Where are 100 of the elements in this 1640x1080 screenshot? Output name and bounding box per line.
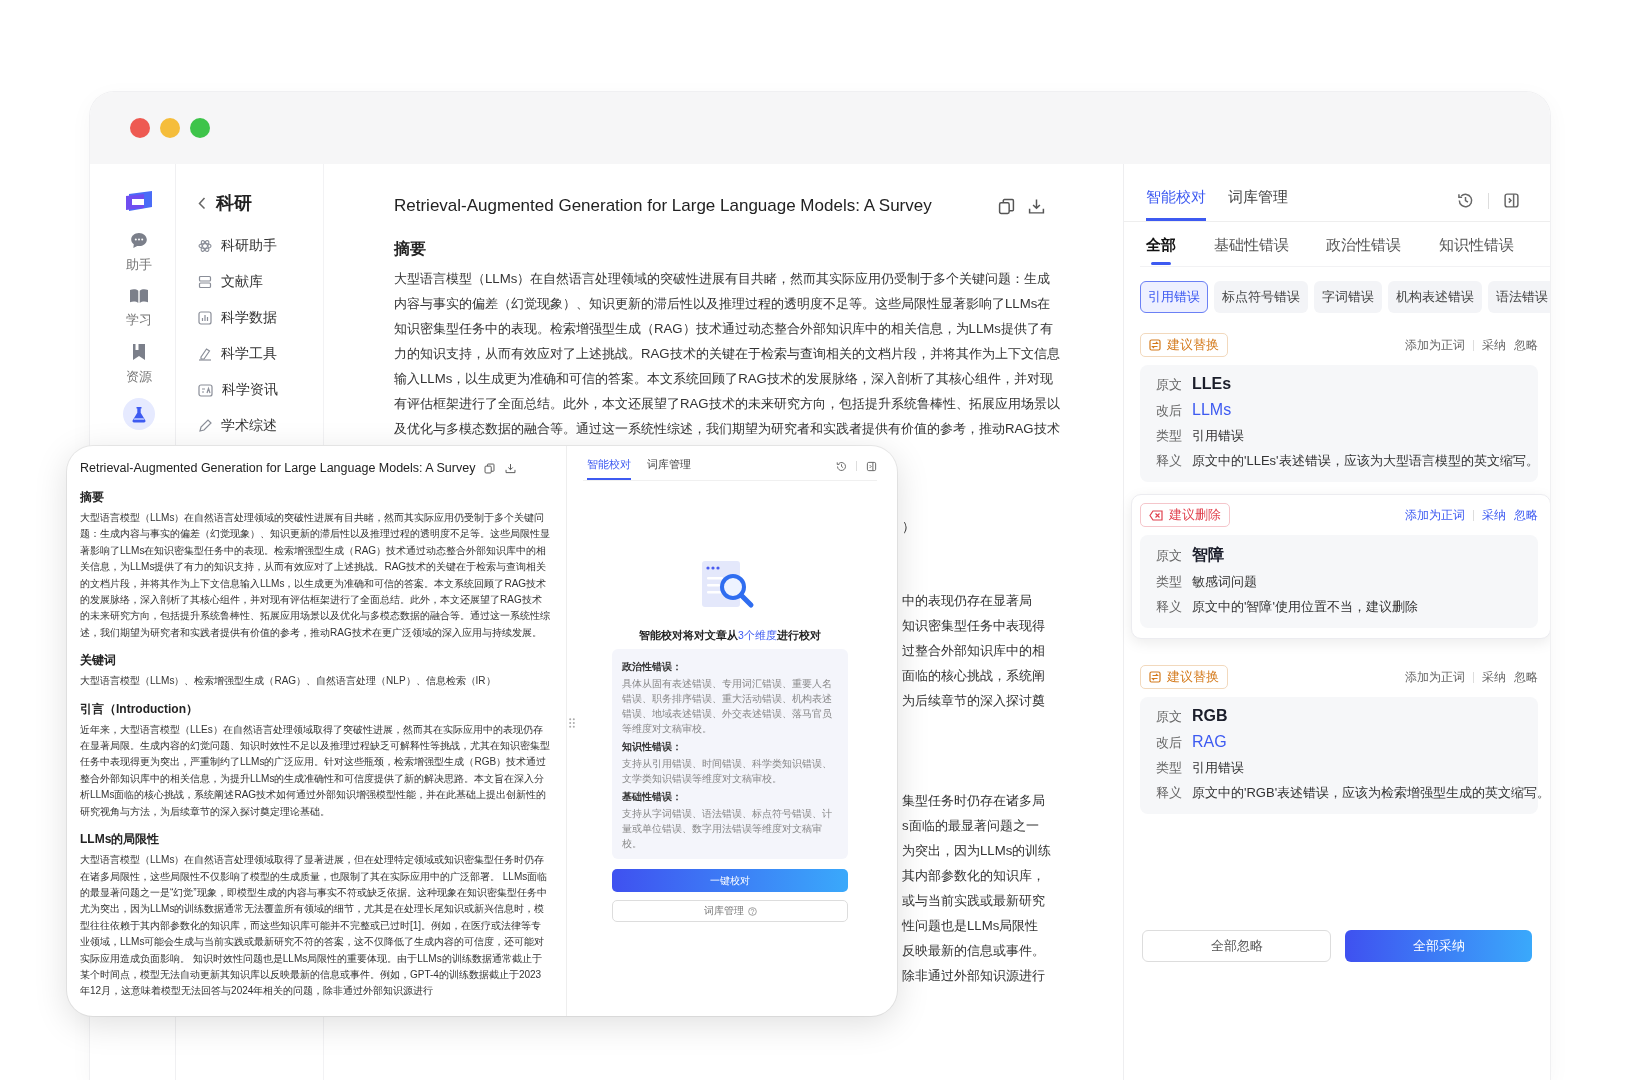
field-label: 释义 [1156,784,1182,802]
nav-item[interactable]: 科学数据 [198,308,323,328]
filter-chip[interactable]: 标点符号错误 [1214,281,1308,313]
suggestion-card[interactable]: 建议替换 添加为正词 采纳 忽略 原文 LLEs 改后 LLMs 类型 引用错误 释义 原文中的'LLEs'表述错误，应该为大型语言模型的英文缩写。 [1140,333,1538,482]
section-paragraph: 近年来，大型语言模型（LLEs）在自然语言处理领域取得了突破性进展，然而其在实际应用中的表现仍存在显著局限。生成内容的幻觉问题、知识时效性不足以及推理过程缺乏可解释性等挑战，尤其在知识密集型任务中表现得更为突出，严重制约了LLMs的广泛应用。针对这些瓶颈，检索增强型生成（RGB）技术通过整合外部知识库中的相关信息，为提升LLMs的生成准确性和可信度提供了新的解决思路。本文旨在深入分析LLMs面临的核心挑战，系统阐述RAG技术如何通过外部知识增强模型性能，并在此基础上提出创新性的研究视角与方法，为后续章节的深入探讨奠定理论基础。 [80,722,550,819]
dimension-title: 知识性错误： [622,740,683,754]
dimension-title: 基础性错误： [622,790,683,804]
action-link[interactable]: 添加为正词 [1405,507,1465,523]
field-value: 智障 [1192,545,1224,565]
pen-icon [198,419,212,433]
field-label: 释义 [1156,598,1182,616]
drag-handle-icon[interactable] [569,718,575,728]
swap-icon [1149,339,1161,351]
field-value: LLEs [1192,375,1232,393]
action-link[interactable]: 添加为正词 [1405,337,1465,353]
abstract-paragraph: 大型语言模型（LLMs）在自然语言处理领域的突破性进展有目共睹，然而其实际应用仍受制于多个关键问题：生成 内容与事实的偏差（幻觉现象）、知识更新的滞后性以及推理过程的透明度不足等。这些局限性显著影响了LLMs在 知识密集型任务中的表现。检索增强型生成（RAG）技术通过动态整合外部知识库中的相关信息，为LLMs提供了有 力的知识支持，从而有效应对了上述挑战。RAG技术的关键在于检索与查询相关的文档片段，并将其作为上下文信息 输入LLMs，以生成更为准确和可信的答案。本文系统回顾了RAG技术的发展脉络，深入剖析了其核心组件，并对现 有评估框架进行了全面总结。此外，本文还展望了RAG技术的未来研究方向，包括提升系统鲁棒性、拓展应用场景以 及优化与多模态数据的融合等。通过这一系统性综述，我们期望为研究者和实践者提供有价值的参考，推动RAG技术 [394,270,1060,438]
section-paragraph: 大型语言模型（LLMs）在自然语言处理领域的突破性进展有目共睹，然而其实际应用仍受制于多个关键问题：生成内容与事实的偏差（幻觉现象）、知识更新的滞后性以及推理过程的透明度不足等。这些局限性显著影响了LLMs在知识密集型任务中的表现。检索增强型生成（RAG）技术通过动态整合外部知识库中的相关信息，为LLMs提供了有力的知识支持，从而有效应对了上述挑战。RAG技术的关键在于检索与查询相关的文档片段，并将其作为上下文信息输入LLMs，以生成更为准确和可信的答案。本文系统回顾了RAG技术的发展脉络，深入剖析了其核心组件，并对现有评估框架进行了全面总结。此外，本文还展望了RAG技术的未来研究方向，包括提升系统鲁棒性、拓展应用场景以及优化与多模态数据的融合等。通过这一系统性综述，我们期望为研究者和实践者提供有价值的参考，推动RAG技术在更广泛领域的深入应用与持续发展。 [80,511,550,640]
copy-icon[interactable] [484,462,495,474]
rail-item[interactable]: 学习 [125,288,152,329]
suggestion-card[interactable]: 建议删除 添加为正词 采纳 忽略 原文 智障 类型 敏感词问题 释义 原文中的'智障'使用位置不当，建议删除 [1131,494,1550,639]
section-heading: 摘要 [80,489,105,506]
field-value: 引用错误 [1192,427,1244,445]
field-label: 原文 [1156,708,1182,726]
filter-chip[interactable]: 引用错误 [1140,281,1208,313]
document-title: Retrieval-Augmented Generation for Large Language Models: A Survey [80,460,476,477]
lexicon-button[interactable]: 词库管理 [612,900,848,922]
backspace-icon [1149,509,1163,521]
accept-all-button[interactable]: 全部采纳 [1345,930,1532,962]
paragraph-fragment: 中的表现仍存在显著局 知识密集型任务中表现得 过整合外部知识库中的相 面临的核心挑战，系统阐 为后续章节的深入探讨奠 [902,592,1045,710]
swap-icon [1149,671,1161,683]
download-icon[interactable] [505,462,516,474]
suggestion-tag: 建议替换 [1140,665,1228,689]
nav-item[interactable]: 文献库 [198,272,323,292]
action-link[interactable]: 采纳 [1482,669,1506,685]
action-link[interactable]: 忽略 [1514,669,1538,685]
side-panel-icon[interactable] [1503,192,1520,209]
action-link[interactable]: 采纳 [1482,507,1506,523]
filter-chip[interactable]: 机构表述错误 [1388,281,1482,313]
rail-item[interactable] [122,398,155,430]
history-icon[interactable] [1457,192,1474,209]
nav-item[interactable]: 科学工具 [198,344,323,364]
field-label: 释义 [1156,452,1182,470]
back-button[interactable]: 科研 [198,191,323,215]
action-link[interactable]: 添加为正词 [1405,669,1465,685]
action-link[interactable]: 忽略 [1514,507,1538,523]
news-icon [198,383,213,397]
field-value: 引用错误 [1192,759,1244,777]
section-paragraph: 大型语言模型（LLMs）在自然语言处理领域取得了显著进展，但在处理特定领域或知识密集型任务时仍存在诸多局限性，这些局限性不仅影响了模型的生成质量，也限制了其在实际应用中的广泛部署。 LLMs面临的最显著问题之一是“幻觉”现象，即模型生成的内容与事实不符或缺乏依据。这种现象在知识密集型任务中尤为突出，因为LLMs的训练数据通常无法覆盖所有领域的细节，尤其是在处理长尾知识或新兴信息时，模型往往依赖于其内部参数化的知识库，而这些知识库可能并不完整或已过时[1]。例如，在医疗或法律等专业领域，LLMs可能会生成与当前实践或最新研究不符的答案，这不仅降低了生成内容的可信度，还可能对实际应用造成负面影响。 知识时效性问题也是LLMs局限性的重要体现。由于LLMs的训练数据通常截止于某个时间点，模型无法自动更新其知识库以反映最新的信息或事件。例如，GPT-4的训练数据截止于2023年12月，这意味着模型无法回答与2024年相关的问题，除非通过外部知识源进行 [80,853,549,999]
section-heading: 关键词 [80,652,117,670]
chart-icon [198,311,212,325]
filter-chip[interactable]: 语法错误 [1488,281,1550,313]
rail-item[interactable]: 助手 [125,232,152,274]
document-title: Retrieval-Augmented Generation for Large Language Models: A Survey [394,195,932,217]
download-icon[interactable] [1028,197,1045,215]
app-logo [124,190,153,212]
category-tab[interactable]: 政治性错误 [1326,234,1402,266]
section-heading: 摘要 [394,239,427,259]
action-link[interactable]: 忽略 [1514,337,1538,353]
action-link[interactable]: 采纳 [1482,337,1506,353]
rail-item[interactable]: 资源 [125,343,152,386]
field-value: 原文中的'LLEs'表述错误，应该为大型语言模型的英文缩写。 [1192,452,1539,470]
category-tab[interactable]: 知识性错误 [1438,234,1514,266]
category-tab[interactable]: 基础性错误 [1213,234,1289,266]
field-label: 改后 [1156,734,1182,752]
side-panel-icon[interactable] [866,460,877,472]
dimension-title: 政治性错误： [622,660,683,674]
history-icon[interactable] [836,460,847,472]
window-control-button[interactable] [130,118,150,138]
field-value: 敏感词问题 [1192,573,1257,591]
paragraph-fragment: ） [902,518,915,536]
suggestion-tag: 建议替换 [1140,333,1228,357]
category-tab[interactable]: 全部 [1146,234,1176,266]
proofread-button[interactable]: 一键校对 [612,869,848,892]
copy-icon[interactable] [998,197,1015,215]
help-icon [747,906,757,916]
pen-nib-icon [198,347,212,361]
field-value: RGB [1192,707,1228,725]
filter-chip[interactable]: 字词错误 [1314,281,1382,313]
field-label: 原文 [1156,547,1182,565]
tab[interactable]: 智能校对 [1146,178,1206,221]
dimension-text: 具体从固有表述错误、专用词汇错误、重要人名错误、职务排序错误、重大活动错误、机构表述错误、地域表述错误、外交表述错误、落马官员等维度对文稿审校。 [622,677,833,736]
nav-item[interactable]: 学术综述 [198,416,323,436]
tab[interactable]: 词库管理 [647,446,691,480]
nav-item[interactable]: 科研助手 [198,236,323,256]
field-label: 原文 [1156,376,1182,394]
ignore-all-button[interactable]: 全部忽略 [1142,930,1331,962]
bookmark-icon [130,343,147,361]
tab[interactable]: 词库管理 [1228,178,1288,221]
nav-item[interactable]: 科学资讯 [198,380,323,400]
tab[interactable]: 智能校对 [587,446,631,480]
field-value: RAG [1192,733,1227,751]
chevron-left-icon [198,196,206,210]
dimension-text: 支持从引用错误、时间错误、科学类知识错误、文学类知识错误等维度对文稿审校。 [622,757,833,786]
field-value: LLMs [1192,401,1232,419]
field-label: 类型 [1156,427,1182,445]
field-label: 改后 [1156,402,1182,420]
open-book-icon [128,288,149,304]
field-value: 原文中的'智障'使用位置不当，建议删除 [1192,598,1418,616]
section-heading: LLMs的局限性 [80,831,161,849]
section-heading: 引言（Introduction） [80,700,199,718]
